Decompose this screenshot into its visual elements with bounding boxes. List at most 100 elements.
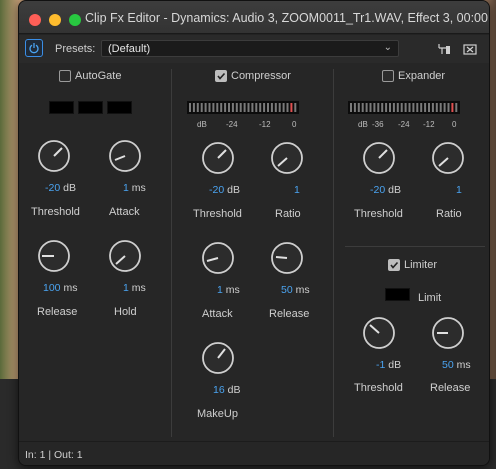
autogate-checkbox[interactable]: AutoGate [59,70,121,82]
autogate-attack-value[interactable]: 1 ms [123,182,146,194]
limiter-release-knob[interactable] [431,316,465,350]
limiter-checkbox-box[interactable] [388,259,400,271]
io-status: In: 1 | Out: 1 [25,449,83,461]
section-divider [345,246,485,247]
autogate-release-knob[interactable] [37,239,71,273]
meter-segment [377,103,380,112]
meter-segment [263,103,266,112]
limit-indicator-light [385,288,410,301]
compressor-release-knob[interactable] [270,241,304,275]
power-icon [29,43,39,54]
meter-segment [243,103,246,112]
autogate-hold-label: Hold [114,306,137,318]
autogate-checkbox-box[interactable] [59,70,71,82]
maximize-window-button[interactable] [69,14,81,26]
compressor-checkbox-box[interactable] [215,70,227,82]
autogate-threshold-knob[interactable] [37,139,71,173]
meter-segment [365,103,368,112]
compressor-threshold-value[interactable]: -20 dB [209,184,240,196]
meter-segment [404,103,407,112]
meter-segment [451,103,454,112]
meter-segment [247,103,250,112]
expander-ratio-value[interactable]: 1 [456,184,462,196]
meter-scale-label: -12 [423,120,435,129]
compressor-makeup-value[interactable]: 16 dB [213,384,240,396]
value-unit: dB [227,184,240,196]
compressor-threshold-label: Threshold [193,208,242,220]
meter-segment [455,103,458,112]
checkmark-icon [390,261,399,269]
expander-ratio-knob[interactable] [431,141,465,175]
window-title: Clip Fx Editor - Dynamics: Audio 3, ZOOM… [85,11,489,25]
remove-effect-icon[interactable] [463,42,477,56]
status-bar: In: 1 | Out: 1 [19,441,489,465]
meter-segment [420,103,423,112]
column-divider [333,69,334,437]
presets-dropdown[interactable]: (Default) ⌄ [101,40,399,57]
autogate-hold-knob[interactable] [108,239,142,273]
expander-threshold-knob[interactable] [362,141,396,175]
meter-segment [239,103,242,112]
compressor-label: Compressor [231,70,291,82]
close-window-button[interactable] [29,14,41,26]
expander-checkbox[interactable]: Expander [382,70,445,82]
meter-segment [389,103,391,112]
meter-segment [255,103,258,112]
meter-segment [204,103,207,112]
meter-segment [200,103,203,112]
compressor-release-value[interactable]: 50 ms [281,284,310,296]
compressor-attack-knob[interactable] [201,241,235,275]
autogate-attack-knob[interactable] [108,139,142,173]
meter-scale-label: 0 [452,120,457,129]
gate-indicator-light [49,101,74,114]
autogate-threshold-value[interactable]: -20 dB [45,182,76,194]
value-number: 1 [217,284,223,296]
checkmark-icon [217,72,226,80]
value-unit: dB [388,184,401,196]
compressor-ratio-knob[interactable] [270,141,304,175]
limiter-checkbox[interactable]: Limiter [388,259,437,271]
value-unit: ms [131,182,146,194]
expander-threshold-value[interactable]: -20 dB [370,184,401,196]
title-bar[interactable]: Clip Fx Editor - Dynamics: Audio 3, ZOOM… [19,1,489,34]
routing-icon[interactable] [437,42,451,56]
compressor-threshold-knob[interactable] [201,141,235,175]
value-number: 16 [213,384,225,396]
dynamics-panel: AutoGate -20 dB Threshold 1 ms Attack 10… [19,63,489,441]
limiter-release-value[interactable]: 50 ms [442,359,471,371]
meter-segment [235,103,238,112]
compressor-ratio-value[interactable]: 1 [294,184,300,196]
meter-segment [259,103,262,112]
minimize-window-button[interactable] [49,14,61,26]
limiter-threshold-label: Threshold [354,382,403,394]
gate-indicator-light [107,101,132,114]
compressor-attack-value[interactable]: 1 ms [217,284,240,296]
meter-segment [353,103,356,112]
value-number: 50 [281,284,293,296]
meter-scale-label: -36 [372,120,384,129]
limiter-threshold-knob[interactable] [362,316,396,350]
autogate-hold-value[interactable]: 1 ms [123,282,146,294]
compressor-checkbox[interactable]: Compressor [215,70,291,82]
autogate-release-value[interactable]: 100 ms [43,282,77,294]
autogate-label: AutoGate [75,70,122,82]
expander-label: Expander [398,70,446,82]
meter-segment [439,103,442,112]
value-unit: dB [63,182,76,194]
meter-segment [350,103,352,112]
meter-segment [224,103,227,112]
meter-segment [278,103,281,112]
meter-scale-label: -24 [226,120,238,129]
meter-segment [408,103,411,112]
meter-segment [228,103,230,112]
compressor-makeup-knob[interactable] [201,341,235,375]
limiter-threshold-value[interactable]: -1 dB [376,359,401,371]
effect-power-button[interactable] [25,39,43,57]
meter-segment [267,103,269,112]
meter-segment [369,103,372,112]
value-number: 50 [442,359,454,371]
meter-segment [361,103,364,112]
expander-checkbox-box[interactable] [382,70,394,82]
limit-label: Limit [418,292,442,304]
value-number: 100 [43,282,61,294]
